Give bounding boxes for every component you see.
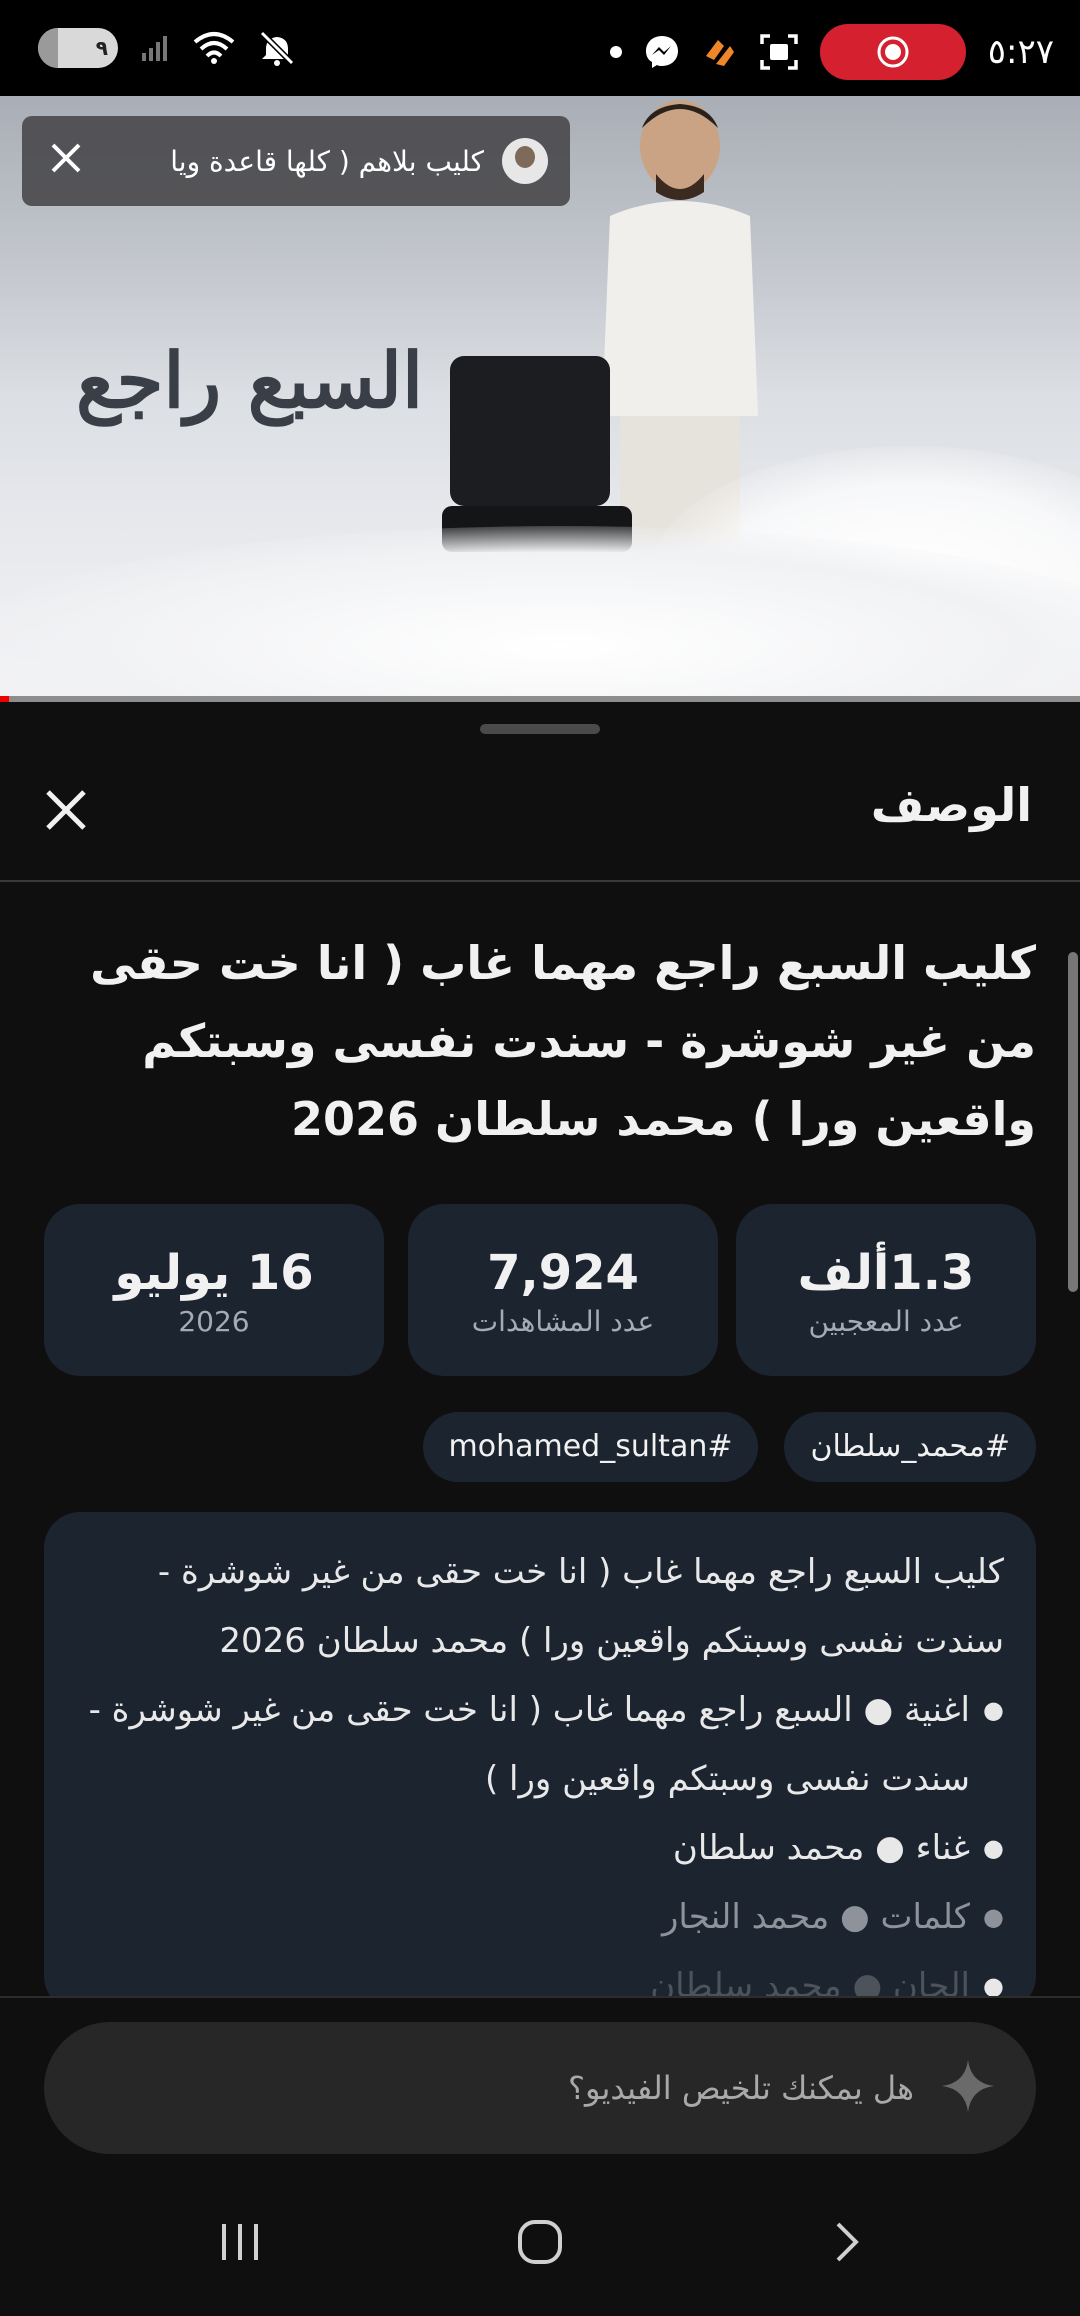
video-player[interactable]: السبع راجع كليب بلاهم ( كلها قاعدة ويا <box>0 96 1080 702</box>
credits-list: اغنية ● السبع راجع مهما غاب ( انا خت حقى… <box>76 1676 1004 2012</box>
banner-title: كليب بلاهم ( كلها قاعدة ويا <box>170 144 484 178</box>
hashtag-row: #محمد_سلطان #mohamed_sultan <box>422 1412 1036 1482</box>
video-overlay-text: السبع راجع <box>76 336 424 425</box>
sheet-close-icon[interactable] <box>42 786 90 838</box>
views-label: عدد المشاهدات <box>471 1304 655 1338</box>
date-stat-card: 16 يوليو 2026 <box>44 1204 384 1376</box>
likes-stat-card: 1.3ألف عدد المعجبين <box>736 1204 1036 1376</box>
mute-icon <box>258 29 296 67</box>
sheet-drag-handle[interactable] <box>480 724 600 734</box>
video-title-banner[interactable]: كليب بلاهم ( كلها قاعدة ويا <box>22 116 570 206</box>
battery-level: ٩ <box>95 36 108 60</box>
video-title: كليب السبع راجع مهما غاب ( انا خت حقى من… <box>90 936 1036 1146</box>
hashtag-chip[interactable]: #محمد_سلطان <box>784 1412 1036 1482</box>
clock: ٥:٢٧ <box>987 32 1054 72</box>
channel-avatar[interactable] <box>502 138 548 184</box>
app-icon <box>702 34 738 70</box>
likes-label: عدد المعجبين <box>808 1304 964 1338</box>
wifi-icon <box>192 31 236 65</box>
system-nav-bar <box>0 2186 1080 2316</box>
status-bar: ٩ ٥:٢٧ <box>0 0 1080 96</box>
battery-icon: ٩ <box>38 28 118 68</box>
sheet-header: الوصف <box>0 762 1080 882</box>
stats-row: 1.3ألف عدد المعجبين 7,924 عدد المشاهدات … <box>44 1204 1036 1376</box>
ask-input[interactable]: هل يمكنك تلخيص الفيديو؟ <box>44 2022 1036 2154</box>
screenshot-icon <box>760 34 798 70</box>
credit-item-song: اغنية ● السبع راجع مهما غاب ( انا خت حقى… <box>76 1676 1004 1814</box>
ask-placeholder: هل يمكنك تلخيص الفيديو؟ <box>567 2069 914 2107</box>
sheet-title: الوصف <box>870 778 1032 832</box>
credit-item-singer: غناء ● محمد سلطان <box>76 1814 1004 1883</box>
screen-record-icon[interactable] <box>819 24 966 80</box>
sparkle-icon <box>940 2058 996 2118</box>
messenger-icon <box>644 34 680 70</box>
banner-close-icon[interactable] <box>48 140 84 180</box>
scrollbar[interactable] <box>1068 952 1078 1292</box>
likes-count: 1.3ألف <box>797 1244 975 1301</box>
recent-apps-icon[interactable] <box>216 2218 264 2270</box>
hashtag-chip[interactable]: #mohamed_sultan <box>422 1412 759 1482</box>
ask-area: هل يمكنك تلخيص الفيديو؟ <box>0 1996 1080 2188</box>
dot-icon <box>609 46 622 58</box>
upload-year: 2026 <box>178 1304 250 1338</box>
signal-icon <box>140 33 170 63</box>
upload-date: 16 يوليو <box>114 1244 314 1301</box>
description-sheet: الوصف كليب السبع راجع مهما غاب ( انا خت … <box>0 702 1080 2012</box>
description-text: كليب السبع راجع مهما غاب ( انا خت حقى من… <box>157 1552 1004 1661</box>
description-box: كليب السبع راجع مهما غاب ( انا خت حقى من… <box>44 1512 1036 2012</box>
views-stat-card: 7,924 عدد المشاهدات <box>408 1204 718 1376</box>
views-count: 7,924 <box>487 1244 639 1301</box>
back-icon[interactable] <box>822 2218 870 2270</box>
home-icon[interactable] <box>516 2218 564 2270</box>
credit-item-lyrics: كلمات ● محمد النجار <box>76 1883 1004 1952</box>
